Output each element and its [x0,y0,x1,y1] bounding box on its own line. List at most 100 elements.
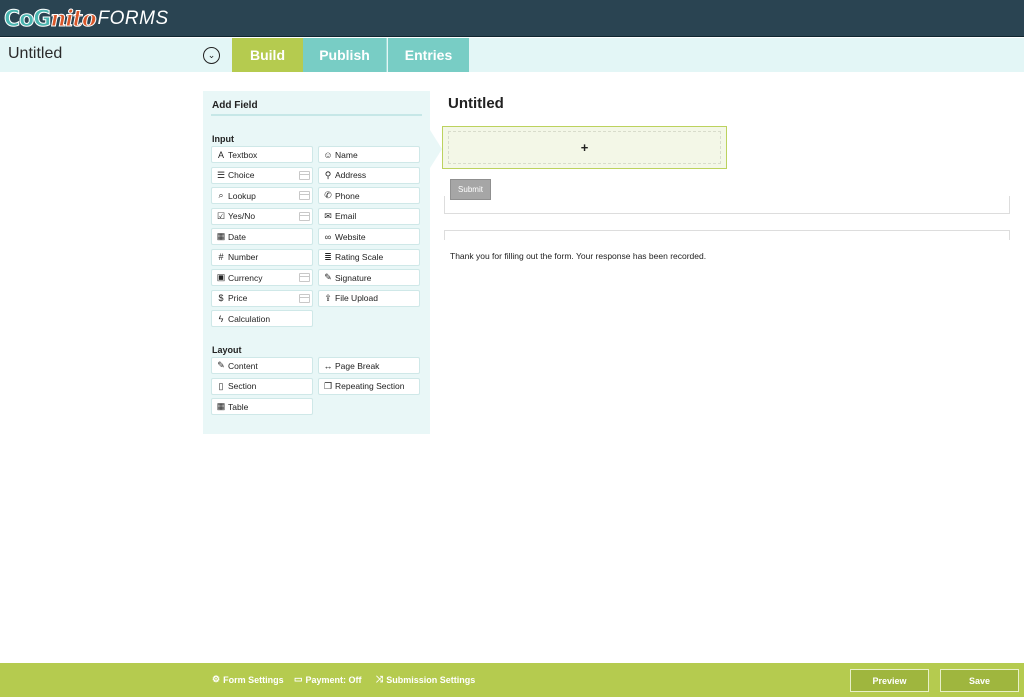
field-button-date[interactable]: ▦ Date [211,228,313,245]
field-button-label: File Upload [335,293,378,303]
payment-link[interactable]: ▭ Payment: Off [294,674,362,685]
form-header-bar: Untitled ⌄ Build Publish Entries [0,38,1024,72]
field-button-label: Phone [335,190,360,201]
plus-icon: + [580,140,589,155]
field-button-file-upload[interactable]: ⇪ File Upload [318,289,420,307]
logo-text-nito: nito [50,6,97,33]
field-button-label: Repeating Section [335,381,405,391]
form-card [444,196,1010,214]
logo-text-forms: FORMS [97,8,169,29]
field-button-calculation[interactable]: ϟ Calculation [211,310,313,327]
email-icon: ✉ [324,210,332,221]
field-button-label: Price [228,293,248,303]
field-button-label: Section [228,381,257,391]
tab-entries[interactable]: Entries [388,38,469,72]
phone-icon: ✆ [324,190,332,200]
gear-icon: ⚙ [212,674,221,684]
address-icon: ⚲ [324,169,332,180]
form-settings-link[interactable]: ⚙ Form Settings [212,674,284,685]
tab-build[interactable]: Build [232,38,303,72]
field-button-label: Content [228,360,258,371]
field-button-signature[interactable]: ✎ Signature [318,269,420,286]
confirmation-message[interactable]: Thank you for filling out the form. Your… [450,251,706,261]
price-icon: $ [218,293,224,303]
form-menu-button[interactable]: ⌄ [203,47,220,64]
form-title[interactable]: Untitled [448,95,504,112]
field-button-website[interactable]: ∞ Website [318,228,420,245]
shuffle-icon: ⤨ [376,674,384,684]
field-button-textbox[interactable]: A Textbox [211,146,313,163]
field-button-table[interactable]: ▦ Table [211,398,313,415]
table-icon: ▦ [216,401,226,411]
field-button-rating-scale[interactable]: ≣ Rating Scale [318,248,420,266]
payment-card-icon [299,170,310,180]
calculation-icon: ϟ [218,313,224,324]
field-button-label: Yes/No [228,211,256,221]
website-icon: ∞ [324,231,332,242]
field-button-label: Currency [228,272,263,283]
payment-card-icon [299,273,310,282]
field-button-label: Lookup [228,190,256,201]
field-button-currency[interactable]: ▣ Currency [211,269,313,286]
yes-no-icon: ☑ [216,210,226,221]
field-button-price[interactable]: $ Price [211,289,313,307]
field-button-section[interactable]: ▯ Section [211,377,313,395]
field-button-repeating-section[interactable]: ❐ Repeating Section [318,377,420,395]
field-button-label: Website [335,231,366,242]
chevron-down-icon: ⌄ [207,50,216,60]
credit-card-icon: ▭ [294,674,303,684]
cognito-forms-logo[interactable]: CoG nito FORMS [3,5,169,33]
section-icon: ▯ [218,380,224,391]
page-break-icon: ↔ [323,360,333,371]
field-button-email[interactable]: ✉ Email [318,207,420,225]
logo-text-cog: CoG [3,6,51,32]
content-icon: ✎ [217,360,225,370]
field-button-label: Number [228,252,259,262]
payment-card-icon [299,293,310,303]
add-field-title: Add Field [212,100,258,111]
payment-label: Payment: Off [305,674,362,685]
rating-scale-icon: ≣ [324,251,332,262]
lookup-icon: ⌕ [218,190,224,200]
tab-publish[interactable]: Publish [303,38,387,72]
field-button-lookup[interactable]: ⌕ Lookup [211,187,313,204]
confirmation-card [444,230,1010,240]
field-drop-zone[interactable]: + [442,126,727,169]
field-button-name[interactable]: ☺ Name [318,146,420,163]
field-button-label: Name [335,149,358,160]
field-button-content[interactable]: ✎ Content [211,357,313,374]
field-button-yes-no[interactable]: ☑ Yes/No [211,207,313,225]
name-icon: ☺ [323,149,333,160]
form-settings-label: Form Settings [223,674,284,685]
field-button-page-break[interactable]: ↔ Page Break [318,357,420,374]
field-button-phone[interactable]: ✆ Phone [318,187,420,204]
layout-section-label: Layout [212,345,242,355]
save-button[interactable]: Save [940,669,1019,692]
field-button-label: Signature [335,272,372,283]
field-button-label: Choice [228,170,255,180]
date-icon: ▦ [216,231,226,241]
payment-card-icon [299,211,310,221]
signature-icon: ✎ [324,272,332,282]
payment-card-icon [299,191,310,200]
repeating-section-icon: ❐ [323,380,333,391]
add-field-target[interactable]: + [448,131,721,164]
field-button-number[interactable]: # Number [211,248,313,266]
form-name[interactable]: Untitled [8,45,62,63]
divider [211,114,422,116]
field-button-label: Textbox [228,149,258,160]
field-button-label: Rating Scale [335,252,384,262]
field-button-label: Page Break [335,360,380,371]
footer-bar: ⚙ Form Settings ▭ Payment: Off ⤨ Submiss… [0,663,1024,697]
field-button-choice[interactable]: ☰ Choice [211,166,313,184]
submit-button[interactable]: Submit [450,179,491,200]
file-upload-icon: ⇪ [324,292,332,303]
add-field-panel: Add Field Input A Textbox ☺ Name ☰ Choice ⚲ Add… [203,91,430,434]
preview-button[interactable]: Preview [850,669,929,692]
field-button-address[interactable]: ⚲ Address [318,166,420,184]
currency-icon: ▣ [216,272,226,282]
field-button-label: Email [335,211,357,221]
submission-settings-label: Submission Settings [386,674,476,685]
field-button-label: Table [228,401,249,412]
submission-settings-link[interactable]: ⤨ Submission Settings [376,674,475,685]
